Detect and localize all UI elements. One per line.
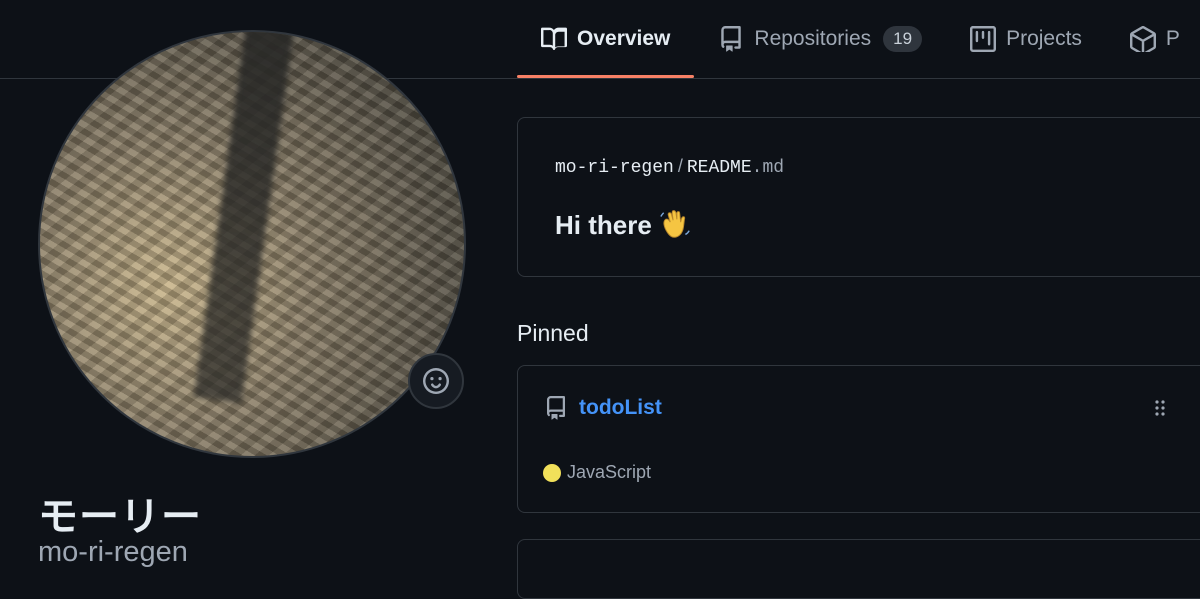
tab-packages[interactable]: P (1106, 0, 1200, 78)
tab-overview[interactable]: Overview (517, 0, 695, 78)
pinned-repo-card (517, 539, 1200, 599)
profile-username: mo-ri-regen (38, 536, 188, 568)
smiley-icon (423, 368, 449, 394)
package-icon (1129, 26, 1156, 52)
profile-tabs: Overview Repositories 19 Projects P (517, 0, 1200, 78)
set-status-button[interactable] (408, 353, 464, 409)
repositories-count-badge: 19 (883, 26, 923, 52)
tab-repositories[interactable]: Repositories 19 (694, 0, 946, 78)
readme-path-separator: / (677, 156, 683, 176)
tab-projects[interactable]: Projects (946, 0, 1106, 78)
tab-overview-label: Overview (577, 27, 671, 50)
repo-language: JavaScript (543, 462, 651, 483)
avatar[interactable] (38, 30, 466, 458)
tab-projects-label: Projects (1006, 27, 1082, 50)
language-color-dot (543, 463, 561, 482)
project-icon (970, 26, 997, 52)
waving-hand-icon (658, 208, 692, 242)
repo-icon (544, 396, 568, 420)
readme-file-ext: .md (751, 158, 785, 178)
readme-owner[interactable]: mo-ri-regen (555, 158, 674, 178)
pinned-section-title: Pinned (517, 320, 589, 346)
profile-display-name: モーリー (38, 495, 202, 539)
book-icon (541, 26, 567, 52)
tab-repositories-label: Repositories (754, 27, 872, 50)
readme-heading-text: Hi there (555, 209, 652, 240)
avatar-photo-detail (193, 32, 295, 404)
drag-handle-icon[interactable] (1152, 398, 1168, 418)
repo-icon (718, 26, 744, 52)
tab-packages-label: P (1165, 27, 1180, 50)
pinned-repo-link[interactable]: todoList (579, 396, 662, 420)
readme-heading: Hi there (555, 208, 692, 242)
readme-card: mo-ri-regen / README.md Hi there (517, 117, 1200, 277)
readme-path: mo-ri-regen / README.md (555, 156, 784, 178)
readme-file-base[interactable]: README (687, 158, 752, 178)
repo-language-label: JavaScript (567, 462, 652, 482)
pinned-repo-card: todoList JavaScript (517, 365, 1200, 513)
